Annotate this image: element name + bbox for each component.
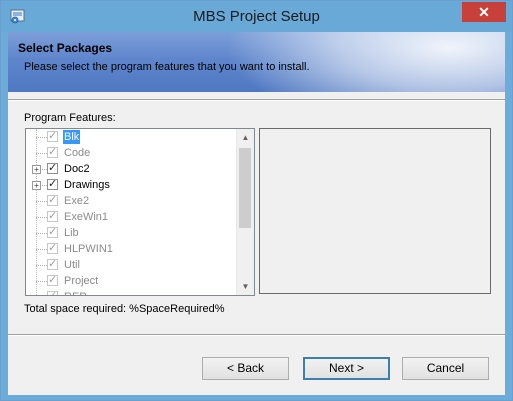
tree-item-exewin1[interactable]: ✓ ExeWin1 [26,209,236,225]
feature-label: ExeWin1 [64,211,109,223]
tree-item-exe2[interactable]: ✓ Exe2 [26,193,236,209]
feature-label: Blk [63,130,81,144]
checkmark-icon: ✓ [48,258,58,270]
close-button[interactable]: ✕ [462,2,506,22]
feature-checkbox[interactable]: ✓ [47,146,58,158]
feature-checkbox[interactable]: ✓ [47,210,58,222]
tree-item-doc2[interactable]: + ✓ Doc2 [26,161,236,177]
tree-connector [36,137,47,138]
tree-item-util[interactable]: ✓ Util [26,257,236,273]
tree-connector [36,217,47,218]
feature-label: Lib [64,227,79,239]
feature-checkbox[interactable]: ✓ [47,274,58,286]
checkmark-icon: ✓ [48,274,58,286]
cancel-button[interactable]: Cancel [402,357,489,380]
checkmark-icon: ✓ [48,242,58,254]
space-required-text: Total space required: %SpaceRequired% [24,303,225,315]
page-subtitle: Please select the program features that … [24,61,310,73]
tree-item-rep[interactable]: ✓ REP [26,289,236,296]
expand-icon[interactable]: + [32,165,41,174]
scroll-up-arrow-icon[interactable]: ▲ [237,129,254,146]
feature-label: HLPWIN1 [64,243,113,255]
program-features-label: Program Features: [24,112,116,124]
header-divider [8,99,505,101]
tree-connector [36,233,47,234]
feature-checkbox[interactable]: ✓ [47,242,58,254]
scroll-thumb[interactable] [239,148,251,228]
tree-vertical-scrollbar[interactable]: ▲ ▼ [236,129,254,295]
expand-icon[interactable]: + [32,181,41,190]
tree-connector [36,281,47,282]
page-title: Select Packages [18,41,113,55]
tree-item-code[interactable]: ✓ Code [26,145,236,161]
checkmark-icon: ✓ [48,130,58,142]
tree-connector [36,265,47,266]
dialog-body: Select Packages Please select the progra… [8,32,505,395]
feature-label: Code [64,147,91,159]
feature-description-panel [259,128,491,294]
feature-label: Drawings [64,179,110,191]
back-button[interactable]: < Back [202,357,289,380]
feature-checkbox[interactable]: ✓ [47,290,58,296]
feature-label: REP [63,290,88,295]
setup-window: MBS Project Setup ✕ Select Packages Plea… [0,0,513,401]
feature-checkbox[interactable]: ✓ [47,178,58,190]
checkmark-icon: ✓ [48,210,58,222]
feature-checkbox[interactable]: ✓ [47,162,58,174]
checkmark-icon: ✓ [48,178,58,190]
checkmark-icon: ✓ [48,194,58,206]
title-bar: MBS Project Setup ✕ [1,1,512,32]
tree-connector [36,153,47,154]
tree-item-lib[interactable]: ✓ Lib [26,225,236,241]
header-banner: Select Packages Please select the progra… [8,32,505,92]
feature-label: Project [64,275,99,287]
checkmark-icon: ✓ [48,290,58,296]
tree-item-hlpwin1[interactable]: ✓ HLPWIN1 [26,241,236,257]
feature-checkbox[interactable]: ✓ [47,226,58,238]
checkmark-icon: ✓ [48,146,58,158]
checkmark-icon: ✓ [48,226,58,238]
footer-divider [8,334,505,336]
next-button[interactable]: Next > [303,357,390,380]
tree-item-project[interactable]: ✓ Project [26,273,236,289]
feature-tree[interactable]: ✓ Blk ✓ Code + ✓ Doc2 + ✓ Drawings ✓ Exe2 ✓ ExeWin1 ✓ L… [25,128,255,296]
feature-label: Util [64,259,80,271]
feature-checkbox[interactable]: ✓ [47,194,58,206]
window-title: MBS Project Setup [193,8,320,25]
tree-connector [36,249,47,250]
scroll-down-arrow-icon[interactable]: ▼ [237,278,254,295]
tree-connector [36,201,47,202]
feature-label: Exe2 [64,195,90,207]
feature-checkbox[interactable]: ✓ [47,258,58,270]
feature-checkbox[interactable]: ✓ [47,130,58,142]
tree-item-blk[interactable]: ✓ Blk [26,129,236,145]
close-icon: ✕ [478,4,490,20]
tree-item-drawings[interactable]: + ✓ Drawings [26,177,236,193]
feature-label: Doc2 [64,163,90,175]
checkmark-icon: ✓ [48,162,58,174]
